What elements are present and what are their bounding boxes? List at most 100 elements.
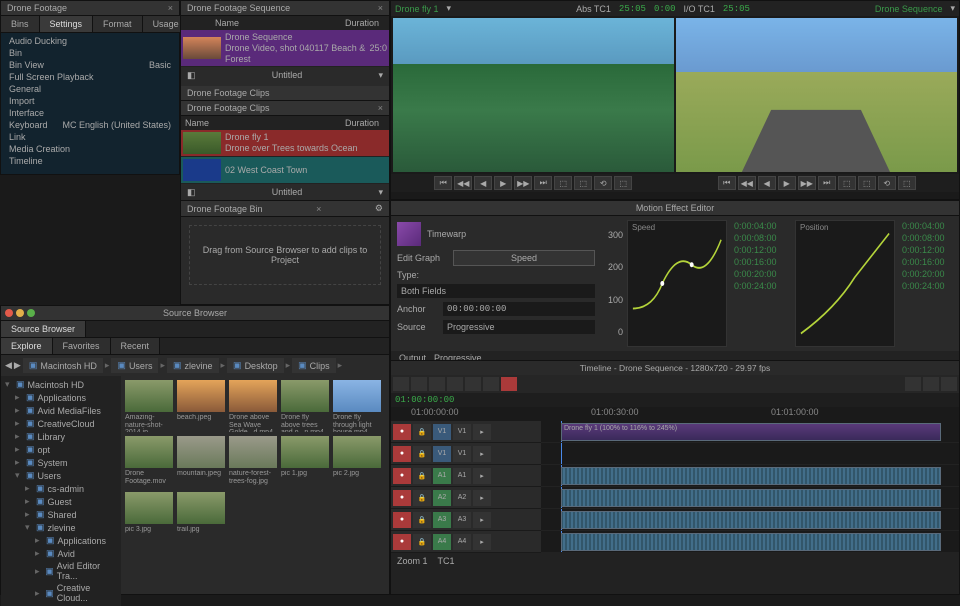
settings-item[interactable]: Interface <box>1 107 179 119</box>
track-header[interactable]: ●🔒A3A3▸ <box>391 509 541 531</box>
chevron-down-icon[interactable]: ▾ <box>378 187 383 198</box>
tool-button[interactable] <box>483 377 499 391</box>
thumbnail-item[interactable]: pic 2.jpg <box>333 436 381 488</box>
settings-item[interactable]: KeyboardMC English (United States) <box>1 119 179 131</box>
thumbnail-item[interactable]: Drone above Sea Wave Golde...d.mp4 <box>229 380 277 432</box>
audio-clip[interactable] <box>561 511 941 529</box>
speed-button[interactable]: Speed <box>453 250 595 266</box>
track-header[interactable]: ●🔒A2A2▸ <box>391 487 541 509</box>
chevron-down-icon[interactable]: ▾ <box>447 3 452 14</box>
tool-button[interactable] <box>923 377 939 391</box>
thumbnail-item[interactable]: Amazing-nature-shot-2014.jp <box>125 380 173 432</box>
transport-button[interactable]: ⬚ <box>898 176 916 190</box>
tree-node[interactable]: ▸▣Avid Editor Tra... <box>3 560 119 582</box>
transport-button[interactable]: ◀◀ <box>454 176 472 190</box>
settings-item[interactable]: Import <box>1 95 179 107</box>
source-clip-name[interactable]: Drone fly 1 <box>395 4 439 14</box>
settings-item[interactable]: Full Screen Playback <box>1 71 179 83</box>
chevron-down-icon[interactable]: ▾ <box>378 70 383 81</box>
audio-clip[interactable] <box>561 533 941 551</box>
tree-node[interactable]: ▸▣cs-admin <box>3 482 119 495</box>
timeline-clip[interactable]: Drone fly 1 (100% to 116% to 245%) <box>561 423 941 441</box>
transport-button[interactable]: ⬚ <box>858 176 876 190</box>
transport-button[interactable]: ◀◀ <box>738 176 756 190</box>
browser-tab-explore[interactable]: Explore <box>1 338 53 354</box>
tool-button[interactable] <box>447 377 463 391</box>
audio-clip[interactable] <box>561 489 941 507</box>
chevron-down-icon[interactable]: ▾ <box>950 3 955 14</box>
tree-node[interactable]: ▸▣opt <box>3 443 119 456</box>
transport-button[interactable]: ⏭ <box>818 176 836 190</box>
transport-button[interactable]: ◀ <box>474 176 492 190</box>
transport-button[interactable]: ◀ <box>758 176 776 190</box>
tree-node[interactable]: ▸▣Applications <box>3 391 119 404</box>
speed-graph[interactable]: Speed <box>627 220 727 347</box>
tree-node[interactable]: ▾▣Users <box>3 469 119 482</box>
tree-node[interactable]: ▸▣Guest <box>3 495 119 508</box>
position-graph[interactable]: Position <box>795 220 895 347</box>
thumbnail-item[interactable]: beach.jpeg <box>177 380 225 432</box>
record-seq-name[interactable]: Drone Sequence <box>875 4 943 14</box>
transport-button[interactable]: ⏮ <box>434 176 452 190</box>
thumbnail-item[interactable]: mountain.jpeg <box>177 436 225 488</box>
settings-item[interactable]: Timeline <box>1 155 179 167</box>
record-viewer[interactable] <box>676 18 957 172</box>
source-select[interactable]: Progressive <box>443 320 595 334</box>
tree-node[interactable]: ▸▣Applications <box>3 534 119 547</box>
settings-item[interactable]: Bin ViewBasic <box>1 59 179 71</box>
tree-node[interactable]: ▸▣Library <box>3 430 119 443</box>
thumbnail-item[interactable]: Drone fly through light house.mp4 <box>333 380 381 432</box>
tool-button[interactable] <box>465 377 481 391</box>
transport-button[interactable]: ▶ <box>778 176 796 190</box>
transport-button[interactable]: ⏭ <box>534 176 552 190</box>
sequence-clip[interactable]: Drone SequenceDrone Video, shot 040117 B… <box>181 30 389 67</box>
close-icon[interactable]: × <box>168 3 173 13</box>
tree-node[interactable]: ▸▣System <box>3 456 119 469</box>
window-max-icon[interactable] <box>27 309 35 317</box>
transport-button[interactable]: ⬚ <box>554 176 572 190</box>
tool-button[interactable] <box>393 377 409 391</box>
timeline-timecode[interactable]: 01:00:00:00 <box>395 395 454 405</box>
tree-node[interactable]: ▸▣CreativeCloud <box>3 417 119 430</box>
transport-button[interactable]: ⏮ <box>718 176 736 190</box>
close-icon[interactable]: × <box>378 3 383 13</box>
fwd-icon[interactable]: ▶ <box>14 360 21 371</box>
track-header[interactable]: ●🔒A1A1▸ <box>391 465 541 487</box>
tree-node[interactable]: ▸▣Avid <box>3 547 119 560</box>
settings-tab-format[interactable]: Format <box>93 16 143 32</box>
track-header[interactable]: ●🔒V1V1▸ <box>391 421 541 443</box>
timeline-tracks[interactable]: Drone fly 1 (100% to 116% to 245%) <box>541 421 959 553</box>
track-header[interactable]: ●🔒A4A4▸ <box>391 531 541 553</box>
settings-item[interactable]: Bin <box>1 47 179 59</box>
gear-icon[interactable]: ⚙ <box>375 203 383 214</box>
transport-button[interactable]: ⬚ <box>838 176 856 190</box>
tree-node[interactable]: ▸▣Avid MediaFiles <box>3 404 119 417</box>
drop-zone[interactable]: Drag from Source Browser to add clips to… <box>189 225 381 285</box>
transport-button[interactable]: ⬚ <box>614 176 632 190</box>
type-select[interactable]: Both Fields <box>397 284 595 298</box>
thumbnail-item[interactable]: pic 3.jpg <box>125 492 173 544</box>
timeline-ruler[interactable]: 01:00:00:0001:00:30:0001:01:00:00 <box>391 407 959 421</box>
track-header[interactable]: ●🔒V1V1▸ <box>391 443 541 465</box>
breadcrumb-segment[interactable]: ▣Clips <box>292 358 336 373</box>
source-browser-tab[interactable]: Source Browser <box>1 321 86 337</box>
settings-item[interactable]: General <box>1 83 179 95</box>
clip-item[interactable]: 02 West Coast Town <box>181 157 389 184</box>
thumbnail-item[interactable]: nature-forest-trees-fog.jpg <box>229 436 277 488</box>
tool-button[interactable] <box>905 377 921 391</box>
thumbnail-item[interactable]: pic 1.jpg <box>281 436 329 488</box>
tool-button[interactable] <box>411 377 427 391</box>
tool-button[interactable] <box>941 377 957 391</box>
thumbnail-item[interactable]: Drone fly above trees and o...n.mp4 <box>281 380 329 432</box>
window-min-icon[interactable] <box>16 309 24 317</box>
transport-button[interactable]: ⟲ <box>878 176 896 190</box>
back-icon[interactable]: ◀ <box>5 360 12 371</box>
anchor-field[interactable]: 00:00:00:00 <box>443 302 595 316</box>
tree-node[interactable]: ▸▣Shared <box>3 508 119 521</box>
settings-item[interactable]: Audio Ducking <box>1 35 179 47</box>
breadcrumb-segment[interactable]: ▣zlevine <box>167 358 219 373</box>
clip-item[interactable]: Drone fly 1Drone over Trees towards Ocea… <box>181 130 389 157</box>
breadcrumb-segment[interactable]: ▣Macintosh HD <box>23 358 103 373</box>
transport-button[interactable]: ▶ <box>494 176 512 190</box>
close-icon[interactable]: × <box>316 204 321 214</box>
